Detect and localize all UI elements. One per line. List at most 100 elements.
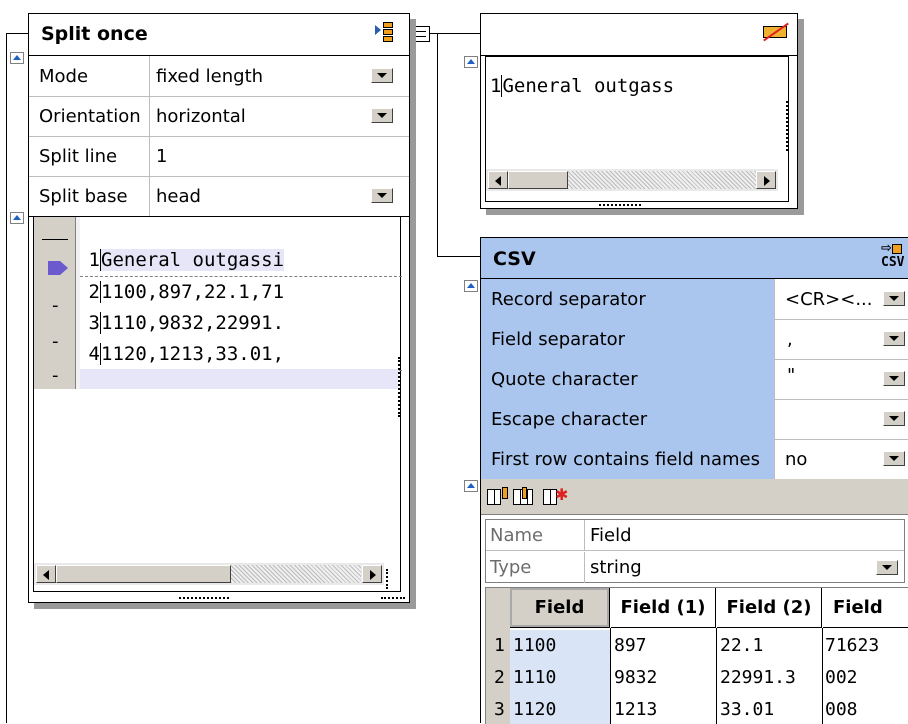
column-header[interactable]: Field (1)	[611, 588, 716, 628]
csv-data-table[interactable]: Field Field (1) Field (2) Field 1 1100 8…	[485, 587, 908, 724]
split-tool-icon[interactable]	[375, 22, 393, 42]
connector-csv	[437, 256, 481, 257]
split-text-preview[interactable]: - - - 1General outgassi 21100,897,22.1,7…	[33, 216, 402, 592]
dropdown-button[interactable]	[371, 188, 393, 203]
gutter-mark: -	[52, 295, 59, 316]
horizontal-scrollbar[interactable]	[34, 563, 384, 585]
scroll-left-button[interactable]	[488, 171, 508, 189]
connector-left-vertical	[6, 33, 7, 723]
table-row[interactable]: 2 1110 9832 22991.3 002	[486, 662, 908, 694]
vertical-resize-handle[interactable]	[398, 357, 402, 417]
dropdown-button[interactable]	[883, 371, 905, 386]
insert-column-before-icon[interactable]	[487, 487, 509, 507]
dropdown-button[interactable]	[883, 291, 905, 306]
abc-crossed-icon[interactable]	[763, 22, 789, 42]
dropdown-button[interactable]	[883, 451, 905, 466]
csv-format-icon[interactable]: ⇨ CSV	[881, 242, 908, 274]
table-row[interactable]: 1 1100 897 22.1 71623	[486, 630, 908, 662]
text-line: 41120,1213,33.01,	[80, 339, 402, 371]
prop-label: Field separator	[481, 319, 775, 359]
prop-value[interactable]: 1	[150, 136, 167, 176]
scroll-thumb[interactable]	[508, 171, 568, 189]
collapse-csv-props-icon[interactable]	[464, 280, 478, 292]
line-number: 1	[88, 249, 100, 271]
prop-value[interactable]: horizontal	[150, 96, 246, 136]
bottom-resize-handle[interactable]	[179, 597, 229, 599]
table-cell[interactable]: 33.01	[720, 699, 774, 720]
dropdown-button[interactable]	[883, 331, 905, 346]
csv-header: CSV ⇨ CSV	[481, 238, 908, 278]
collapse-preview-icon[interactable]	[10, 212, 24, 224]
horizontal-scrollbar[interactable]	[486, 169, 778, 191]
vertical-resize-handle[interactable]	[786, 101, 790, 151]
scroll-thumb[interactable]	[56, 565, 231, 583]
prop-label: Split base	[29, 176, 150, 216]
prop-value[interactable]: "	[775, 359, 795, 399]
column-header[interactable]: Field (2)	[717, 588, 822, 628]
scroll-right-button[interactable]	[362, 565, 382, 583]
prop-value[interactable]: head	[150, 176, 201, 216]
delete-column-icon[interactable]: ✱	[543, 487, 568, 507]
collapse-props-icon[interactable]	[10, 52, 24, 64]
prop-row-field-separator[interactable]: Field separator ,	[481, 319, 908, 360]
table-row[interactable]: 3 1120 1213 33.01 008	[486, 694, 908, 724]
scroll-right-button[interactable]	[756, 171, 776, 189]
table-cell[interactable]: 1110	[513, 667, 556, 688]
table-cell[interactable]: 1120	[513, 699, 556, 720]
prop-row-split-line[interactable]: Split line 1	[29, 136, 409, 177]
pointer-marker-icon[interactable]	[48, 261, 68, 275]
append-column-icon[interactable]	[513, 487, 539, 507]
prop-row-orientation[interactable]: Orientation horizontal	[29, 96, 409, 137]
csv-panel[interactable]: CSV ⇨ CSV Record separator <CR><... Fiel…	[480, 237, 908, 724]
prop-value[interactable]: no	[775, 439, 807, 479]
prop-row-record-separator[interactable]: Record separator <CR><...	[481, 279, 908, 320]
connector-port[interactable]	[412, 26, 430, 42]
connector-down	[437, 33, 438, 257]
prop-label: Record separator	[481, 279, 775, 319]
gutter-mark: -	[52, 365, 59, 386]
table-cell[interactable]: 1100	[513, 635, 556, 656]
bottom-resize-handle[interactable]	[599, 204, 641, 206]
output-preview-panel[interactable]: 1General outgass	[480, 13, 798, 209]
table-cell[interactable]: 22.1	[720, 635, 763, 656]
field-type-select[interactable]: string	[590, 557, 642, 578]
prop-row-first-row-field-names[interactable]: First row contains field names no	[481, 439, 908, 480]
connector-left	[6, 33, 28, 34]
dropdown-button[interactable]	[883, 411, 905, 426]
table-cell[interactable]: 008	[825, 699, 858, 720]
dropdown-button[interactable]	[371, 68, 393, 83]
field-type-label: Type	[490, 557, 532, 578]
table-cell[interactable]: 71623	[825, 635, 879, 656]
collapse-output-icon[interactable]	[464, 56, 478, 68]
gutter: - - -	[34, 217, 76, 389]
table-cell[interactable]: 9832	[614, 667, 657, 688]
line-text: General outgass	[501, 75, 675, 97]
prop-row-split-base[interactable]: Split base head	[29, 176, 409, 217]
field-name-input[interactable]: Field	[590, 525, 632, 546]
table-cell[interactable]: 897	[614, 635, 647, 656]
column-header[interactable]: Field	[823, 588, 908, 628]
dropdown-button[interactable]	[876, 560, 898, 575]
output-text-preview[interactable]: 1General outgass	[485, 56, 789, 202]
field-name-label: Name	[490, 525, 544, 546]
table-cell[interactable]: 002	[825, 667, 858, 688]
prop-value[interactable]	[775, 399, 787, 439]
table-cell[interactable]: 22991.3	[720, 667, 796, 688]
prop-value[interactable]: fixed length	[150, 56, 263, 96]
scroll-left-button[interactable]	[36, 565, 56, 583]
line-number: 4	[88, 343, 100, 365]
collapse-csv-fields-icon[interactable]	[464, 480, 478, 492]
line-number: 2	[88, 281, 100, 303]
prop-row-mode[interactable]: Mode fixed length	[29, 56, 409, 97]
resize-grip[interactable]	[386, 569, 400, 589]
text-line: 31110,9832,22991.	[80, 308, 402, 339]
dropdown-button[interactable]	[371, 108, 393, 123]
prop-value[interactable]: ,	[775, 319, 793, 359]
column-header[interactable]: Field	[510, 588, 610, 628]
prop-row-quote-character[interactable]: Quote character "	[481, 359, 908, 400]
split-once-panel[interactable]: Split once Mode fixed length Orientation…	[28, 13, 410, 603]
prop-value[interactable]: <CR><...	[775, 279, 873, 319]
table-cell[interactable]: 1213	[614, 699, 657, 720]
prop-row-escape-character[interactable]: Escape character	[481, 399, 908, 440]
prop-label: Orientation	[29, 96, 150, 136]
